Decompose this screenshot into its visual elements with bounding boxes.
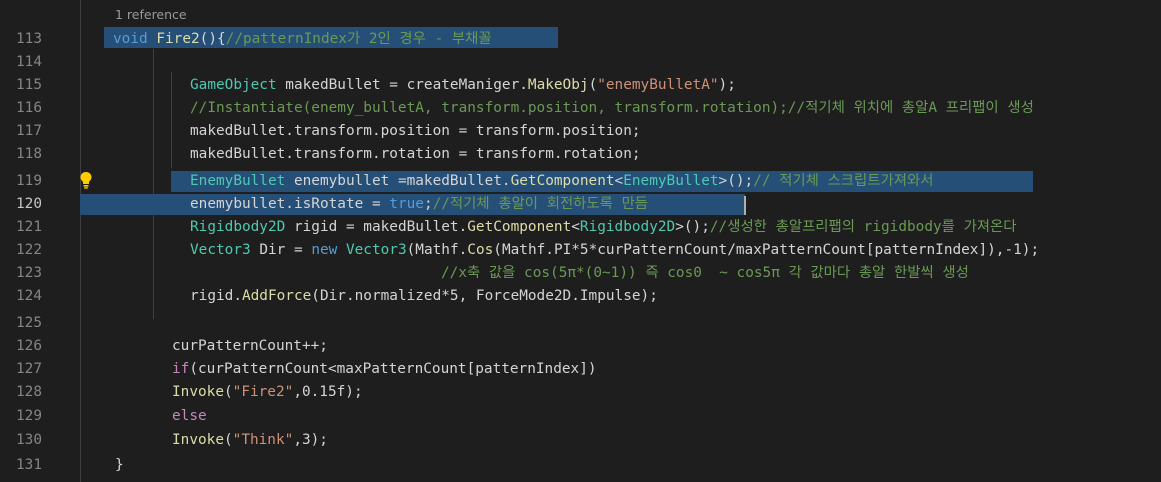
- codelens-references[interactable]: 1 reference: [115, 5, 187, 25]
- line-number[interactable]: 125: [0, 312, 42, 335]
- line-number[interactable]: 130: [0, 429, 42, 452]
- line-number[interactable]: 126: [0, 335, 42, 358]
- code-punct: (){: [199, 31, 226, 47]
- code-line-122[interactable]: Vector3 Dir = new Vector3(Mathf.Cos(Math…: [190, 239, 1039, 262]
- code-line-115[interactable]: GameObject makedBullet = createManiger.M…: [190, 74, 736, 97]
- code-text: enemybullet.isRotate =: [190, 196, 390, 212]
- code-line-119[interactable]: EnemyBullet enemybullet =makedBullet.Get…: [190, 170, 933, 193]
- code-line-116[interactable]: //Instantiate(enemy_bulletA, transform.p…: [190, 97, 1034, 120]
- code-line-130[interactable]: Invoke("Think",3);: [172, 429, 328, 452]
- code-text: (Mathf.: [406, 242, 468, 258]
- code-text: rigid.: [190, 288, 242, 304]
- code-punct: <: [571, 219, 580, 235]
- code-comment: // 적기체 스크립트가져와서: [753, 173, 934, 189]
- indent-guide: [171, 72, 172, 168]
- indent-guide: [153, 49, 154, 319]
- code-text: makedBullet.transform.position = transfo…: [190, 123, 641, 139]
- code-line-124[interactable]: rigid.AddForce(Dir.normalized*5, ForceMo…: [190, 285, 658, 308]
- code-punct: <: [614, 173, 624, 189]
- code-line-120[interactable]: enemybullet.isRotate = true;//적기체 총알이 회전…: [190, 193, 648, 216]
- code-method: MakeObj: [527, 77, 589, 93]
- code-method: Invoke: [172, 432, 224, 448]
- code-method: AddForce: [241, 288, 312, 304]
- line-number[interactable]: 118: [0, 143, 42, 166]
- line-number[interactable]: 123: [0, 262, 42, 285]
- code-line-123[interactable]: //x축 값을 cos(5π*(0~1)) 즉 cos0 ~ cos5π 각 값…: [441, 262, 969, 285]
- code-line-121[interactable]: Rigidbody2D rigid = makedBullet.GetCompo…: [190, 216, 1017, 239]
- code-comment: //patternIndex가 2인 경우 - 부채꼴: [225, 31, 492, 47]
- line-number[interactable]: 131: [0, 454, 42, 477]
- line-number[interactable]: 114: [0, 51, 42, 74]
- code-comment: //Instantiate(enemy_bulletA, transform.p…: [190, 100, 1034, 116]
- line-number[interactable]: 127: [0, 358, 42, 381]
- indent-guide: [80, 0, 81, 482]
- method-name: Fire2: [156, 31, 200, 47]
- code-line-128[interactable]: Invoke("Fire2",0.15f);: [172, 381, 363, 404]
- code-text: (Dir.normalized*5, ForceMode2D.Impulse);: [311, 288, 658, 304]
- code-method: GetComponent: [467, 219, 572, 235]
- code-type: EnemyBullet: [623, 173, 719, 189]
- code-text: enemybullet =makedBullet.: [285, 173, 511, 189]
- line-number[interactable]: 113: [0, 28, 42, 51]
- code-keyword: if: [172, 361, 190, 377]
- code-type: Rigidbody2D: [579, 219, 676, 235]
- code-line-117[interactable]: makedBullet.transform.position = transfo…: [190, 120, 641, 143]
- code-text: (curPatternCount<maxPatternCount[pattern…: [189, 361, 597, 377]
- code-punct: (: [223, 384, 233, 400]
- code-text: makedBullet = createManiger.: [276, 77, 528, 93]
- code-text: rigid = makedBullet.: [285, 219, 468, 235]
- line-number[interactable]: 115: [0, 74, 42, 97]
- code-string: "Fire2": [232, 384, 294, 400]
- line-number[interactable]: 128: [0, 381, 42, 404]
- code-text: }: [115, 457, 124, 473]
- code-line-118[interactable]: makedBullet.transform.rotation = transfo…: [190, 143, 641, 166]
- code-line-126[interactable]: curPatternCount++;: [172, 335, 328, 358]
- code-method: GetComponent: [510, 173, 615, 189]
- line-number[interactable]: 129: [0, 405, 42, 428]
- line-number[interactable]: 124: [0, 285, 42, 308]
- code-type: Vector3: [345, 242, 407, 258]
- code-string: "enemyBulletA": [597, 77, 719, 93]
- code-punct: >();: [675, 219, 710, 235]
- code-comment: //x축 값을 cos(5π*(0~1)) 즉 cos0 ~ cos5π 각 값…: [441, 265, 969, 281]
- line-number[interactable]: 122: [0, 239, 42, 262]
- code-text: Dir =: [250, 242, 312, 258]
- code-comment: //생성한 총알프리팹의 rigidbody를 가져온다: [709, 219, 1017, 235]
- code-method: Cos: [467, 242, 494, 258]
- code-keyword: else: [172, 408, 207, 424]
- code-line-113[interactable]: void Fire2(){//patternIndex가 2인 경우 - 부채꼴: [113, 28, 492, 51]
- code-type: GameObject: [190, 77, 277, 93]
- keyword-void: void: [113, 31, 148, 47]
- line-number[interactable]: 120: [0, 193, 42, 216]
- line-number[interactable]: 119: [0, 170, 42, 193]
- code-string: "Think": [232, 432, 294, 448]
- code-punct: >();: [718, 173, 754, 189]
- code-line-131[interactable]: }: [115, 454, 124, 477]
- line-number[interactable]: 117: [0, 120, 42, 143]
- code-punct: (: [223, 432, 233, 448]
- code-keyword: true: [389, 196, 424, 212]
- code-text: ,3);: [293, 432, 328, 448]
- code-punct: (: [588, 77, 598, 93]
- code-line-127[interactable]: if(curPatternCount<maxPatternCount[patte…: [172, 358, 597, 381]
- code-punct: );: [718, 77, 736, 93]
- lightbulb-icon[interactable]: [79, 171, 93, 189]
- code-type: Vector3: [190, 242, 251, 258]
- code-text: curPatternCount++;: [172, 338, 328, 354]
- code-method: Invoke: [172, 384, 224, 400]
- text-cursor: [744, 196, 746, 215]
- code-type: Rigidbody2D: [190, 219, 286, 235]
- code-text: makedBullet.transform.rotation = transfo…: [190, 146, 641, 162]
- code-type: EnemyBullet: [190, 173, 286, 189]
- code-keyword: new: [311, 242, 338, 258]
- code-comment: //적기체 총알이 회전하도록 만듬: [432, 196, 649, 212]
- line-number[interactable]: 116: [0, 97, 42, 120]
- code-text: (Mathf.PI*5*curPatternCount/maxPatternCo…: [493, 242, 1040, 258]
- code-line-129[interactable]: else: [172, 405, 207, 428]
- code-text: ,0.15f);: [293, 384, 363, 400]
- code-punct: ;: [423, 196, 433, 212]
- line-number[interactable]: 121: [0, 216, 42, 239]
